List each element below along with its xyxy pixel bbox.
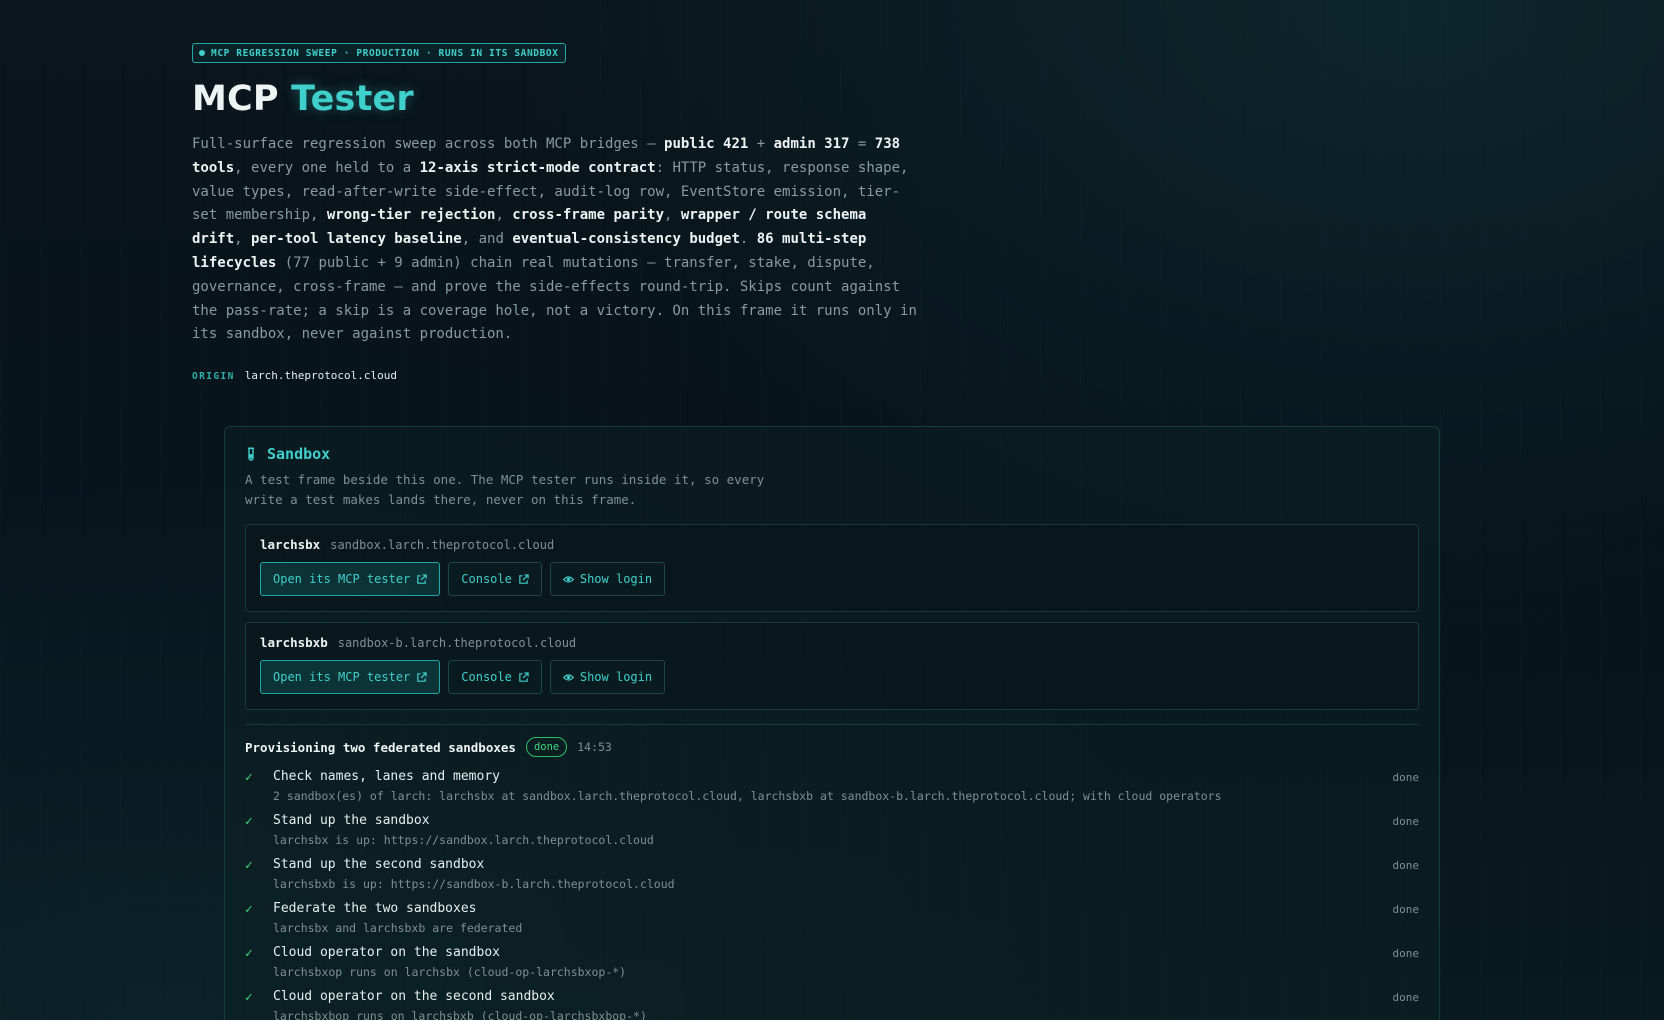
lead-text: , <box>495 207 513 224</box>
provisioning-step: ✓ Cloud operator on the sandbox larchsbxop… <box>245 945 1419 989</box>
show-login-label: Show login <box>579 670 653 684</box>
lead-text: + <box>748 136 774 152</box>
provisioning-step: ✓ Stand up the second sandbox larchsbxb is… <box>245 857 1419 901</box>
check-icon: ✓ <box>245 946 253 961</box>
lead-emphasis: 12-axis strict-mode contract <box>419 159 656 176</box>
status-dot-icon <box>199 50 205 56</box>
open-mcp-tester-button[interactable]: Open its MCP tester <box>260 660 441 694</box>
sweep-pill-label: MCP REGRESSION SWEEP · PRODUCTION · RUNS… <box>211 47 559 59</box>
lead-text: (77 public + 9 admin) chain real mutatio… <box>192 254 917 343</box>
step-detail: 2 sandbox(es) of larch: larchsbx at sand… <box>273 789 1222 803</box>
open-mcp-tester-label: Open its MCP tester <box>273 572 411 586</box>
step-status: done <box>1392 815 1420 828</box>
lead-text: , and <box>461 231 513 248</box>
step-name: Federate the two sandboxes <box>273 901 477 916</box>
test-tube-icon <box>248 447 254 461</box>
sandbox-title: Sandbox <box>267 445 331 463</box>
external-link-icon <box>519 671 529 682</box>
console-label: Console <box>461 670 512 684</box>
sandbox-card: larchsbx sandbox.larch.theprotocol.cloud… <box>245 524 1419 612</box>
lead-description: Full-surface regression sweep across bot… <box>192 133 922 347</box>
status-badge: done <box>525 737 568 757</box>
page-title-accent: Tester <box>291 79 414 119</box>
step-detail: larchsbxb is up: https://sandbox-b.larch… <box>273 877 675 891</box>
check-icon: ✓ <box>245 858 253 873</box>
lead-emphasis: admin 317 <box>773 136 850 152</box>
step-name: Stand up the sandbox <box>273 813 430 828</box>
sandbox-name: larchsbx <box>260 537 321 552</box>
step-status: done <box>1392 859 1420 872</box>
provisioning-steps: ✓ Check names, lanes and memory 2 sandbox(… <box>245 769 1419 1020</box>
lead-emphasis: eventual-consistency budget <box>512 231 740 248</box>
check-icon: ✓ <box>245 990 253 1005</box>
page-title: MCP Tester <box>192 79 922 119</box>
show-login-button[interactable]: Show login <box>549 660 666 694</box>
show-login-button[interactable]: Show login <box>549 562 666 596</box>
lead-emphasis: wrong-tier rejection <box>326 207 496 224</box>
external-link-icon <box>417 573 427 584</box>
lead-text: , <box>234 231 252 248</box>
sandbox-card: larchsbxb sandbox-b.larch.theprotocol.cl… <box>245 622 1419 710</box>
step-status: done <box>1392 991 1420 1004</box>
step-detail: larchsbx is up: https://sandbox.larch.th… <box>273 833 654 847</box>
eye-icon <box>562 673 574 681</box>
step-status: done <box>1392 903 1420 916</box>
open-mcp-tester-label: Open its MCP tester <box>273 670 411 684</box>
step-status: done <box>1392 771 1420 784</box>
check-icon: ✓ <box>245 770 253 785</box>
external-link-icon <box>519 573 529 584</box>
provisioning-step: ✓ Cloud operator on the second sandbox lar… <box>245 989 1419 1020</box>
external-link-icon <box>417 671 427 682</box>
origin-value: larch.theprotocol.cloud <box>244 369 398 383</box>
provisioning-header: Provisioning two federated sandboxes don… <box>245 737 1419 757</box>
console-button[interactable]: Console <box>448 660 542 694</box>
console-button[interactable]: Console <box>448 562 542 596</box>
step-name: Stand up the second sandbox <box>273 857 485 872</box>
step-name: Check names, lanes and memory <box>273 769 500 784</box>
open-mcp-tester-button[interactable]: Open its MCP tester <box>260 562 441 596</box>
origin-label: ORIGIN <box>192 371 235 383</box>
check-icon: ✓ <box>245 902 253 917</box>
lead-text: = <box>849 136 875 152</box>
show-login-label: Show login <box>579 572 653 586</box>
step-detail: larchsbxbop runs on larchsbxb (cloud-op-… <box>273 1009 647 1020</box>
provisioning-step: ✓ Stand up the sandbox larchsbx is up: htt… <box>245 813 1419 857</box>
sandbox-panel-header: Sandbox <box>245 445 1419 463</box>
step-name: Cloud operator on the second sandbox <box>273 989 555 1004</box>
sandbox-host: sandbox-b.larch.theprotocol.cloud <box>337 636 577 650</box>
check-icon: ✓ <box>245 814 253 829</box>
step-detail: larchsbx and larchsbxb are federated <box>273 921 523 935</box>
sandbox-panel: Sandbox A test frame beside this one. Th… <box>224 426 1440 1020</box>
lead-text: , <box>664 207 681 224</box>
origin: ORIGIN larch.theprotocol.cloud <box>192 369 922 382</box>
sandbox-description: A test frame beside this one. The MCP te… <box>245 472 765 507</box>
provisioning-time: 14:53 <box>577 740 612 754</box>
eye-icon <box>562 575 574 583</box>
lead-text: Full-surface regression sweep across bot… <box>192 136 665 152</box>
sandbox-host: sandbox.larch.theprotocol.cloud <box>330 538 555 552</box>
console-label: Console <box>461 572 512 586</box>
lead-emphasis: public 421 <box>664 136 749 152</box>
sweep-pill: MCP REGRESSION SWEEP · PRODUCTION · RUNS… <box>192 43 566 63</box>
lead-emphasis: per-tool latency baseline <box>251 231 462 248</box>
step-detail: larchsbxop runs on larchsbx (cloud-op-la… <box>273 965 627 979</box>
lead-text: , every one held to a <box>234 159 420 176</box>
divider <box>245 724 1419 725</box>
step-status: done <box>1392 947 1420 960</box>
lead-emphasis: cross-frame parity <box>512 207 665 224</box>
lead-text: . <box>739 231 757 248</box>
page-title-main: MCP <box>192 79 279 119</box>
provisioning-step: ✓ Check names, lanes and memory 2 sandbox(… <box>245 769 1419 813</box>
provisioning-step: ✓ Federate the two sandboxes larchsbx and … <box>245 901 1419 945</box>
hero: MCP REGRESSION SWEEP · PRODUCTION · RUNS… <box>192 41 922 382</box>
provisioning-title: Provisioning two federated sandboxes <box>245 739 516 755</box>
step-name: Cloud operator on the sandbox <box>273 945 500 960</box>
sandbox-name: larchsbxb <box>260 635 328 650</box>
